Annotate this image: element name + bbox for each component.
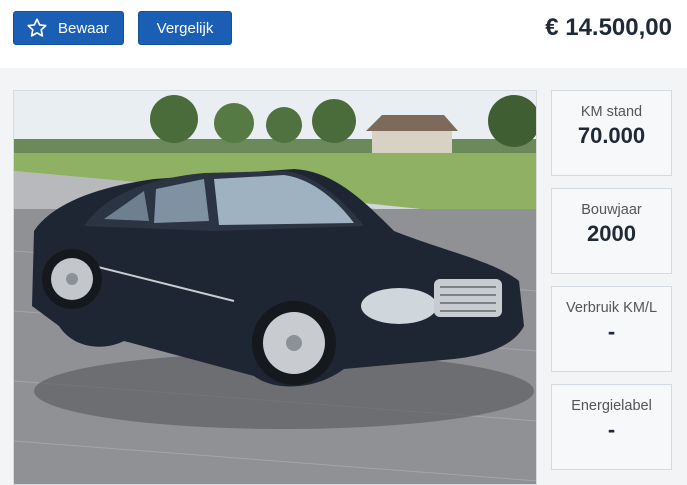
compare-button-label: Vergelijk (156, 19, 214, 37)
listing-header: Bewaar Vergelijk € 14.500,00 (0, 0, 687, 68)
spec-label: Verbruik KM/L (565, 300, 658, 316)
spec-energielabel: Energielabel - (551, 384, 672, 470)
spec-label: Bouwjaar (581, 202, 642, 218)
spec-bouwjaar: Bouwjaar 2000 (551, 188, 672, 274)
save-button-label: Bewaar (58, 19, 109, 37)
spec-label: KM stand (580, 104, 643, 120)
star-icon (27, 18, 47, 37)
spec-value: 2000 (587, 221, 636, 246)
spec-value: - (607, 417, 616, 442)
car-photo[interactable] (13, 90, 537, 485)
spec-value: 70.000 (577, 123, 646, 148)
spec-verbruik: Verbruik KM/L - (551, 286, 672, 372)
compare-button[interactable]: Vergelijk (138, 11, 232, 45)
save-button[interactable]: Bewaar (13, 11, 124, 45)
price: € 14.500,00 (545, 14, 672, 41)
spec-value: - (607, 319, 616, 344)
spec-km-stand: KM stand 70.000 (551, 90, 672, 176)
spec-label: Energielabel (571, 398, 652, 414)
